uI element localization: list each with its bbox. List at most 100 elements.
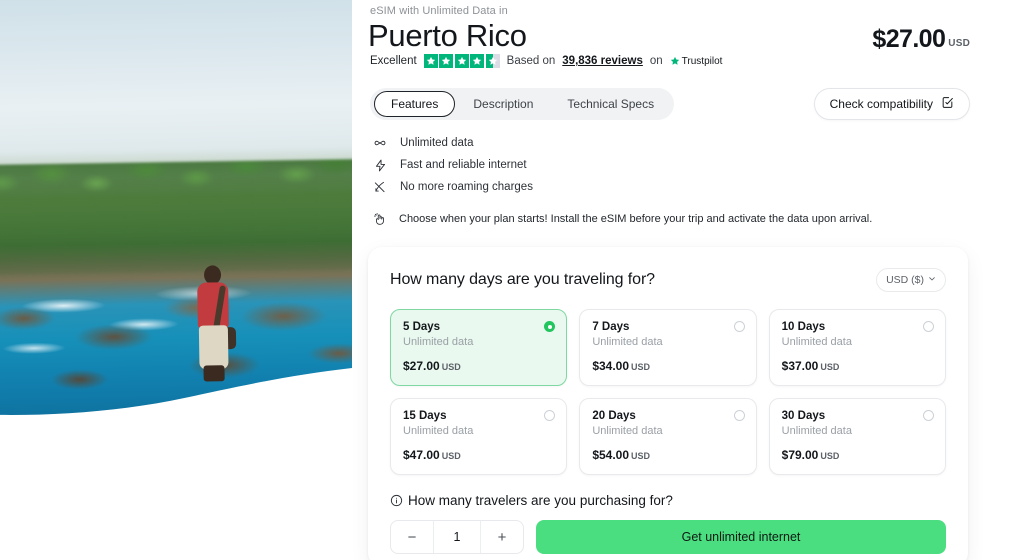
feature-item: Unlimited data	[372, 132, 533, 154]
plan-data: Unlimited data	[781, 336, 852, 348]
plan-radio[interactable]	[922, 321, 934, 332]
plan-price-amount: $27.00	[403, 359, 440, 373]
rating-based-on: Based on	[506, 55, 556, 67]
chevron-down-icon	[928, 274, 936, 286]
plan-days: 30 Days	[781, 410, 826, 422]
plan-days: 20 Days	[592, 410, 636, 422]
plan-days: 15 Days	[403, 410, 447, 422]
rating-reviews-link[interactable]: 39,836 reviews	[562, 55, 643, 67]
product-eyebrow: eSIM with Unlimited Data in	[370, 5, 508, 17]
plan-start-note-text: Choose when your plan starts! Install th…	[399, 213, 873, 225]
travelers-question-label: How many travelers are you purchasing fo…	[408, 493, 673, 508]
plan-price: $37.00 USD	[782, 359, 933, 373]
feature-label: Unlimited data	[400, 137, 474, 149]
trustpilot-rating: Excellent Based on 39,836 reviews on Tru…	[370, 54, 722, 68]
quantity-stepper: − 1 +	[390, 520, 524, 554]
plan-option-30-days[interactable]: 30 Days Unlimited data $79.00 USD	[768, 398, 946, 475]
product-page: eSIM with Unlimited Data in Puerto Rico …	[0, 0, 1024, 560]
trustpilot-star-icon	[670, 56, 679, 65]
hero-person	[191, 265, 237, 384]
star-icon	[439, 54, 454, 68]
plan-option-15-days[interactable]: 15 Days Unlimited data $47.00 USD	[390, 398, 568, 475]
hero-person-shorts	[199, 325, 229, 369]
no-roaming-icon	[372, 180, 388, 194]
plan-price: $34.00 USD	[592, 359, 743, 373]
plan-price-currency: USD	[631, 451, 651, 461]
plan-grid: 5 Days Unlimited data $27.00 USD 7 Days U…	[390, 309, 946, 475]
plan-selector-header: How many days are you traveling for? USD…	[390, 267, 946, 293]
rating-on-text: on	[649, 55, 663, 67]
purchase-row: − 1 + Get unlimited internet	[390, 520, 946, 554]
check-compatibility-label: Check compatibility	[829, 97, 933, 111]
tap-hand-icon	[372, 212, 388, 226]
plan-price-amount: $79.00	[781, 448, 819, 462]
plan-price: $47.00 USD	[403, 448, 554, 462]
check-compatibility-button[interactable]: Check compatibility	[813, 88, 970, 120]
plan-price-amount: $34.00	[592, 359, 630, 373]
tab-bar: Features Description Technical Specs	[370, 88, 675, 120]
clipboard-check-icon	[941, 96, 954, 112]
plan-price-currency: USD	[441, 451, 461, 461]
rating-label: Excellent	[370, 55, 417, 67]
plan-days: 10 Days	[781, 321, 826, 333]
feature-item: No more roaming charges	[372, 176, 533, 198]
feature-label: No more roaming charges	[400, 181, 533, 193]
price-amount: $27.00	[872, 25, 946, 53]
star-icon	[470, 54, 485, 68]
quantity-decrement-button[interactable]: −	[391, 521, 433, 553]
feature-list: Unlimited data Fast and reliable interne…	[372, 132, 533, 198]
plan-days: 5 Days	[403, 321, 441, 333]
plan-price-amount: $54.00	[592, 448, 630, 462]
plan-price-currency: USD	[441, 362, 461, 372]
plan-data: Unlimited data	[592, 425, 663, 437]
plan-data: Unlimited data	[403, 425, 474, 437]
plan-data: Unlimited data	[781, 425, 852, 437]
tab-technical-specs[interactable]: Technical Specs	[551, 91, 670, 117]
hero-image-clip	[0, 0, 352, 424]
trustpilot-brand-label: Trustpilot	[681, 55, 723, 67]
product-price: $27.00 USD	[872, 25, 970, 54]
trustpilot-brand: Trustpilot	[670, 55, 723, 67]
plan-price-amount: $37.00	[781, 359, 819, 373]
plan-radio[interactable]	[922, 410, 934, 421]
star-half-icon	[485, 54, 500, 68]
star-icon	[454, 54, 469, 68]
plan-price-currency: USD	[820, 451, 840, 461]
currency-selector[interactable]: USD ($)	[876, 268, 946, 292]
quantity-value[interactable]: 1	[433, 521, 481, 553]
plan-price-amount: $47.00	[403, 448, 440, 462]
feature-label: Fast and reliable internet	[400, 159, 527, 171]
travelers-question: How many travelers are you purchasing fo…	[390, 493, 946, 508]
star-icon	[423, 54, 438, 68]
hero-person-legs	[203, 365, 224, 381]
plan-price-currency: USD	[820, 362, 840, 372]
plan-price-currency: USD	[631, 362, 651, 372]
plan-price: $27.00 USD	[403, 359, 554, 373]
plan-days: 7 Days	[592, 321, 630, 333]
get-unlimited-internet-button[interactable]: Get unlimited internet	[536, 520, 946, 554]
plan-radio[interactable]	[733, 410, 745, 421]
infinity-icon	[372, 136, 388, 150]
plan-data: Unlimited data	[403, 336, 474, 348]
product-details: eSIM with Unlimited Data in Puerto Rico …	[368, 0, 1024, 560]
info-circle-icon[interactable]	[390, 494, 403, 507]
plan-option-7-days[interactable]: 7 Days Unlimited data $34.00 USD	[579, 309, 757, 386]
quantity-increment-button[interactable]: +	[481, 521, 523, 553]
tab-description[interactable]: Description	[457, 91, 549, 117]
lightning-bolt-icon	[372, 159, 388, 172]
plan-data: Unlimited data	[592, 336, 663, 348]
feature-item: Fast and reliable internet	[372, 154, 533, 176]
plan-price: $79.00 USD	[782, 448, 933, 462]
page-title: Puerto Rico	[368, 18, 527, 53]
currency-selector-label: USD ($)	[886, 274, 924, 286]
tab-features[interactable]: Features	[374, 91, 456, 117]
plan-option-10-days[interactable]: 10 Days Unlimited data $37.00 USD	[768, 309, 946, 386]
rating-stars	[423, 54, 500, 68]
plan-option-5-days[interactable]: 5 Days Unlimited data $27.00 USD	[390, 309, 568, 386]
hero-photo	[0, 0, 352, 424]
hero-rocks	[0, 253, 352, 409]
plan-selector-card: How many days are you traveling for? USD…	[368, 247, 968, 560]
plan-option-20-days[interactable]: 20 Days Unlimited data $54.00 USD	[579, 398, 757, 475]
plan-radio[interactable]	[733, 321, 745, 332]
plan-selector-title: How many days are you traveling for?	[390, 271, 655, 288]
